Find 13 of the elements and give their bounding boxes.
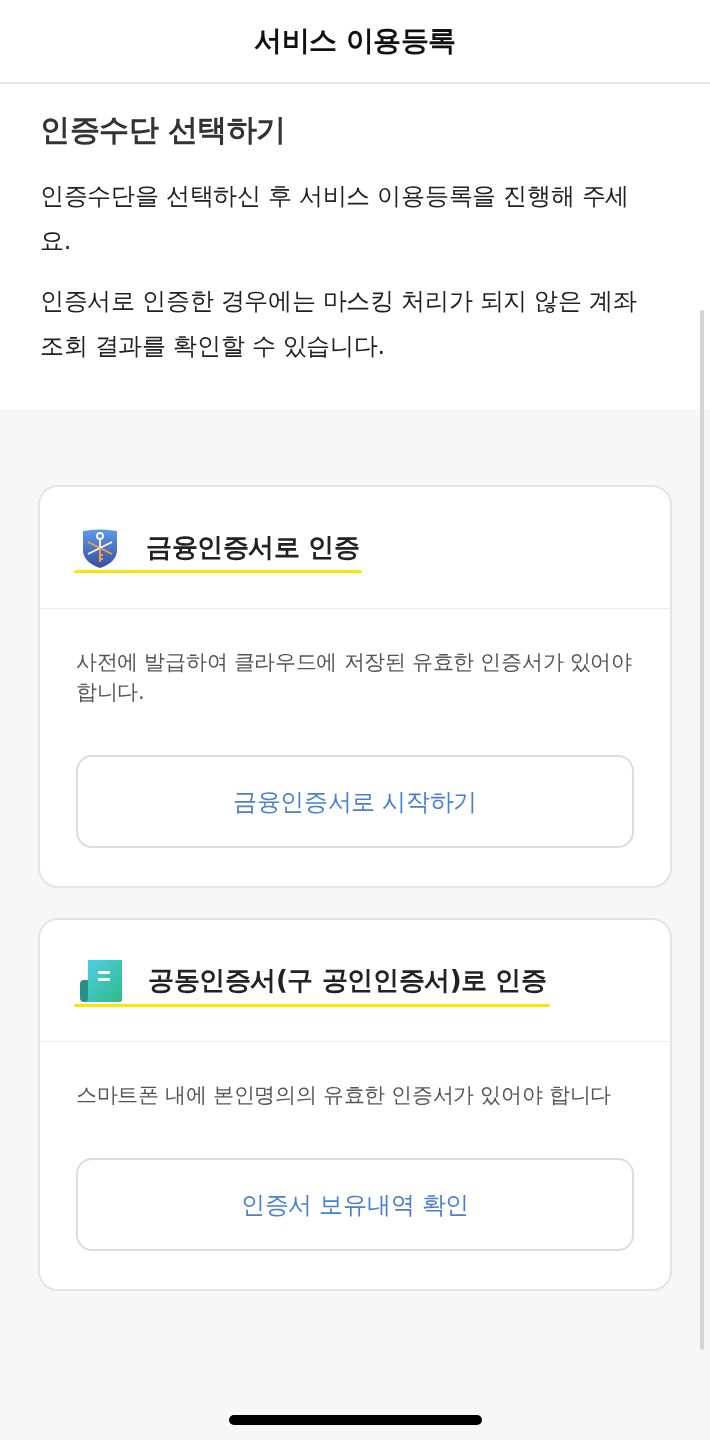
section-title: 인증수단 선택하기 bbox=[40, 111, 287, 149]
start-button[interactable]: 인증서 보유내역 확인 bbox=[76, 1158, 634, 1251]
start-button[interactable]: 금융인증서로 시작하기 bbox=[76, 755, 634, 848]
intro-paragraph: 인증수단을 선택하신 후 서비스 이용등록을 진행해 주세요. bbox=[40, 181, 631, 257]
card-title: 금융인증서로 인증 bbox=[146, 531, 360, 564]
intro-paragraph: 인증서로 인증한 경우에는 마스킹 처리가 되지 않은 계좌 조회 결과를 확인할 수 있습니다. bbox=[40, 286, 638, 362]
shield-key-icon bbox=[80, 527, 120, 568]
card-title: 공동인증서(구 공인인증서)로 인증 bbox=[148, 964, 547, 997]
card-description: 스마트폰 내에 본인명의의 유효한 인증서가 있어야 합니다 bbox=[76, 1082, 613, 1109]
scrollbar[interactable] bbox=[700, 310, 704, 1350]
page-title: 서비스 이용등록 bbox=[254, 23, 456, 59]
card-description: 사전에 발급하여 클라우드에 저장된 유효한 인증서가 있어야 합니다. bbox=[76, 649, 633, 706]
document-icon bbox=[80, 959, 122, 1002]
